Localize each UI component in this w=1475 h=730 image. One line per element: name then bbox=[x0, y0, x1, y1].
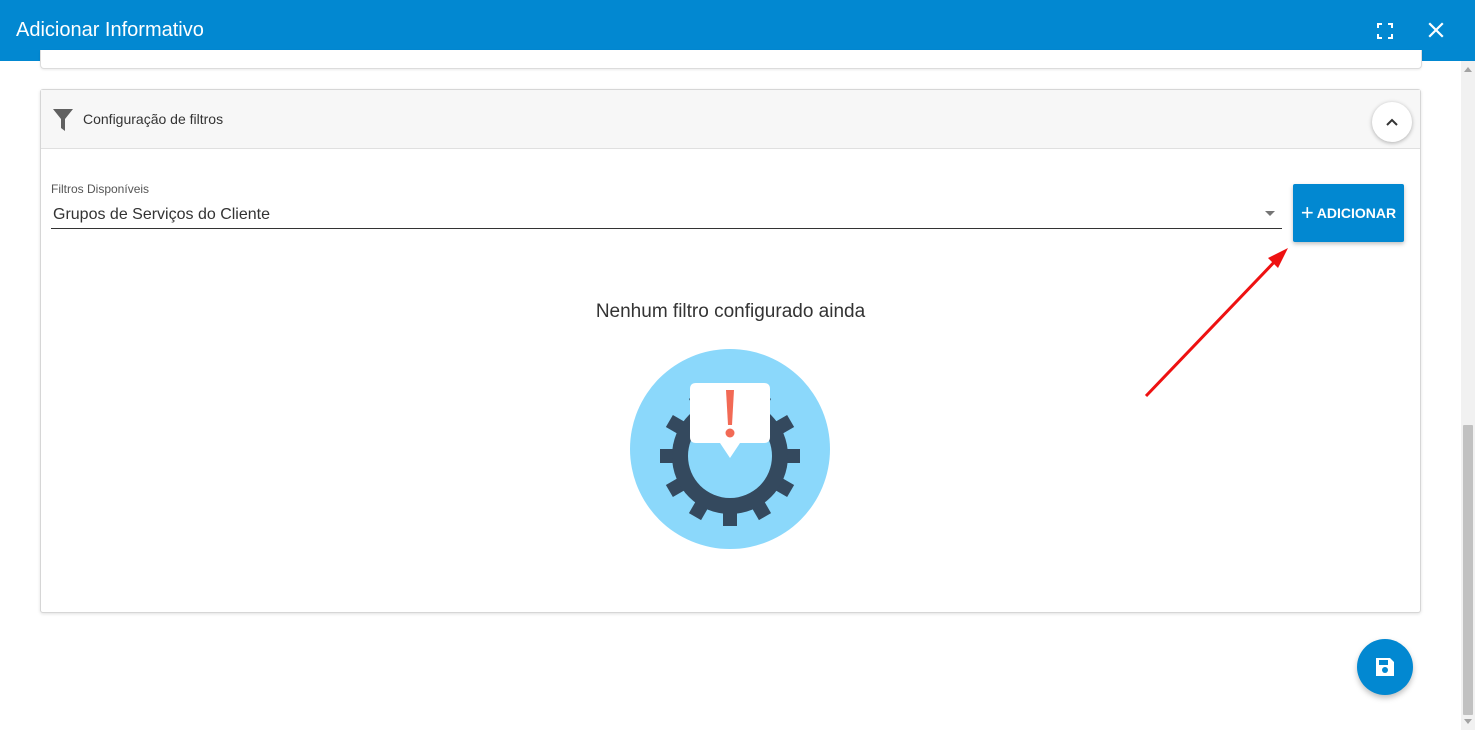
dropdown-arrow-icon bbox=[1265, 211, 1275, 216]
annotation-arrow bbox=[1144, 248, 1288, 398]
scroll-up-arrow[interactable] bbox=[1464, 67, 1472, 72]
save-button[interactable] bbox=[1357, 639, 1413, 695]
gear-alert-illustration bbox=[630, 349, 830, 549]
selected-filter-value: Grupos de Serviços do Cliente bbox=[53, 206, 270, 223]
plus-icon: + bbox=[1300, 200, 1314, 225]
chevron-up-icon bbox=[1386, 118, 1398, 126]
add-filter-button[interactable]: + ADICIONAR bbox=[1293, 184, 1404, 242]
filter-card-header: Configuração de filtros bbox=[41, 90, 1420, 149]
filter-card-title: Configuração de filtros bbox=[83, 111, 224, 127]
collapse-button[interactable] bbox=[1372, 102, 1412, 142]
add-filter-button-label: ADICIONAR bbox=[1316, 205, 1397, 221]
dialog-title: Adicionar Informativo bbox=[16, 19, 204, 41]
filter-funnel-icon bbox=[53, 109, 73, 131]
vertical-scrollbar[interactable] bbox=[1461, 61, 1475, 730]
fullscreen-button[interactable] bbox=[1372, 18, 1398, 44]
fullscreen-icon bbox=[1377, 23, 1393, 39]
available-filters-select[interactable]: Grupos de Serviços do Cliente bbox=[51, 198, 1282, 229]
scroll-down-arrow[interactable] bbox=[1464, 719, 1472, 724]
available-filters-label: Filtros Disponíveis bbox=[51, 182, 150, 196]
floppy-disk-icon bbox=[1376, 658, 1394, 676]
close-button[interactable] bbox=[1422, 16, 1450, 44]
previous-section-card bbox=[40, 50, 1422, 69]
scrollbar-thumb[interactable] bbox=[1463, 425, 1473, 715]
close-icon bbox=[1428, 22, 1444, 38]
